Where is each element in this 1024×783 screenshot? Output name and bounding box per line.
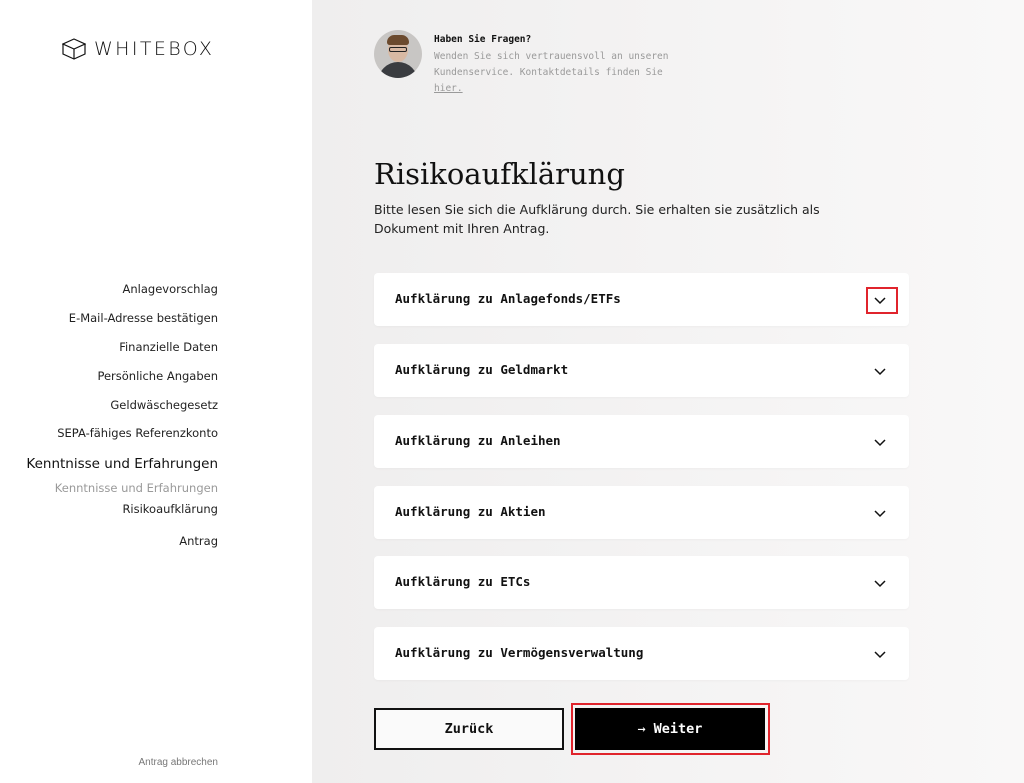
chevron-down-icon[interactable] [873,647,887,661]
chevron-down-icon[interactable] [873,435,887,449]
support-contact-link[interactable]: hier. [434,83,463,94]
support-body: Wenden Sie sich vertrauensvoll an unsere… [434,49,674,97]
accordion-anleihen[interactable]: Aufklärung zu Anleihen [374,415,909,468]
support-title: Haben Sie Fragen? [434,34,532,45]
chevron-down-icon[interactable] [873,364,887,378]
support-avatar [374,30,422,78]
next-button-label: Weiter [653,721,703,737]
accordion-label: Aufklärung zu Geldmarkt [395,362,569,377]
accordion-geldmarkt[interactable]: Aufklärung zu Geldmarkt [374,344,909,397]
nav-step-geldwaeschegesetz[interactable]: Geldwäschegesetz [110,398,218,412]
accordion-label: Aufklärung zu ETCs [395,574,531,589]
sidebar: WHITEBOX Anlagevorschlag E-Mail-Adresse … [0,0,312,783]
chevron-down-icon[interactable] [873,576,887,590]
chevron-down-icon[interactable] [873,293,887,307]
arrow-right-icon: → [637,721,646,737]
accordion-label: Aufklärung zu Aktien [395,504,546,519]
accordion-anlagefonds-etfs[interactable]: Aufklärung zu Anlagefonds/ETFs [374,273,909,326]
brand-name: WHITEBOX [94,38,215,60]
accordion-aktien[interactable]: Aufklärung zu Aktien [374,486,909,539]
accordion-label: Aufklärung zu Anlagefonds/ETFs [395,291,621,306]
nav-step-persoenliche-angaben[interactable]: Persönliche Angaben [97,369,218,383]
cancel-application-link[interactable]: Antrag abbrechen [138,757,218,768]
nav-section-kenntnisse: Kenntnisse und Erfahrungen [26,456,218,472]
nav-step-sepa-referenzkonto[interactable]: SEPA-fähiges Referenzkonto [57,426,218,440]
support-text: Haben Sie Fragen? Wenden Sie sich vertra… [434,34,674,97]
accordion-etcs[interactable]: Aufklärung zu ETCs [374,556,909,609]
next-button[interactable]: → Weiter [575,708,765,750]
support-contact: Haben Sie Fragen? Wenden Sie sich vertra… [374,30,674,97]
nav-substep-kenntnisse[interactable]: Kenntnisse und Erfahrungen [55,481,218,495]
back-button[interactable]: Zurück [374,708,564,750]
chevron-down-icon[interactable] [873,506,887,520]
back-button-label: Zurück [444,721,494,737]
nav-step-antrag[interactable]: Antrag [179,534,218,548]
support-body-text: Wenden Sie sich vertrauensvoll an unsere… [434,51,669,78]
accordion-vermoegensverwaltung[interactable]: Aufklärung zu Vermögensverwaltung [374,627,909,680]
box-outline-icon [62,38,86,60]
nav-step-email-bestaetigen[interactable]: E-Mail-Adresse bestätigen [69,311,218,325]
brand-logo[interactable]: WHITEBOX [62,38,214,60]
main-content: Haben Sie Fragen? Wenden Sie sich vertra… [312,0,1024,783]
page-title: Risikoaufklärung [374,157,625,191]
nav-substep-risikoaufklaerung[interactable]: Risikoaufklärung [122,502,218,516]
nav-step-finanzielle-daten[interactable]: Finanzielle Daten [119,340,218,354]
page-description: Bitte lesen Sie sich die Aufklärung durc… [374,202,820,236]
accordion-label: Aufklärung zu Anleihen [395,433,561,448]
nav-step-anlagevorschlag[interactable]: Anlagevorschlag [123,282,219,296]
accordion-label: Aufklärung zu Vermögensverwaltung [395,645,644,660]
